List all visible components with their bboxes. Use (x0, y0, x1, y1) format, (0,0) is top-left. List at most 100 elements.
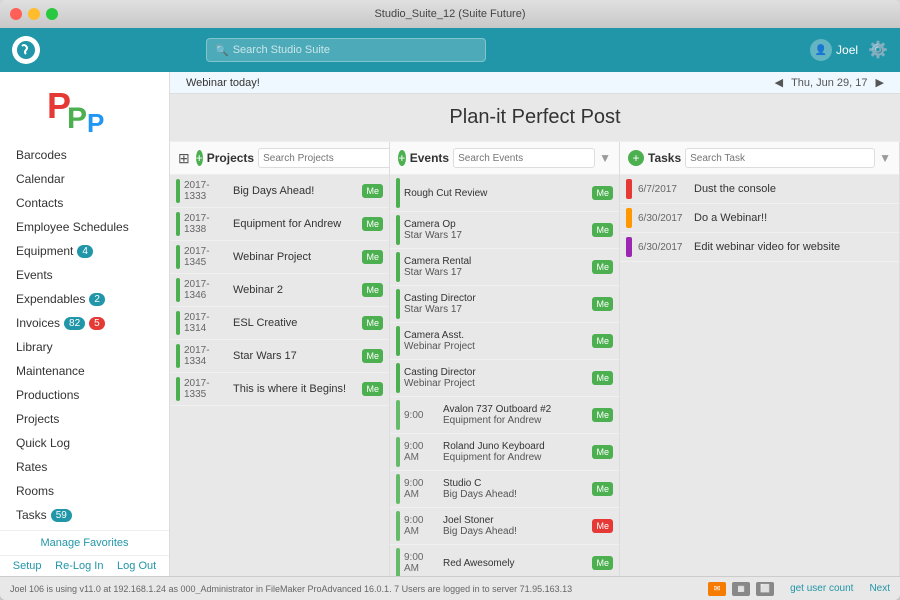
sidebar-item-library[interactable]: Library (0, 335, 169, 359)
color-bar (176, 212, 180, 236)
sidebar: P P P Barcodes Calendar Contacts Employe… (0, 72, 170, 576)
me-button[interactable]: Me (362, 382, 383, 396)
status-icons: ✉ ▦ ⬜ (708, 582, 774, 596)
sidebar-item-barcodes[interactable]: Barcodes (0, 143, 169, 167)
event-info: Red Awesomely (443, 558, 588, 569)
search-bar[interactable]: 🔍 (206, 38, 486, 62)
tasks-list: 6/7/2017 Dust the console 6/30/2017 Do a… (620, 175, 899, 576)
close-button[interactable] (10, 8, 22, 20)
event-name: Avalon 737 Outboard #2 (443, 404, 588, 415)
event-sub: Big Days Ahead! (443, 526, 588, 537)
me-button[interactable]: Me (362, 316, 383, 330)
project-name: Webinar Project (233, 251, 358, 263)
me-button[interactable]: Me (362, 184, 383, 198)
event-color-bar (396, 437, 400, 467)
maximize-button[interactable] (46, 8, 58, 20)
me-button[interactable]: Me (592, 482, 613, 496)
tasks-search[interactable] (685, 148, 875, 168)
sidebar-item-rooms[interactable]: Rooms (0, 479, 169, 503)
sidebar-item-contacts[interactable]: Contacts (0, 191, 169, 215)
table-row: 2017-1338 Equipment for Andrew Me (170, 208, 389, 241)
me-button[interactable]: Me (592, 445, 613, 459)
event-time: 9:00 AM (404, 552, 439, 574)
event-time: 9:00 AM (404, 478, 439, 500)
event-name: Camera Asst. (404, 330, 588, 341)
logout-link[interactable]: Log Out (117, 560, 156, 572)
add-task-button[interactable]: + (628, 150, 644, 166)
event-color-bar (396, 511, 400, 541)
color-bar (176, 245, 180, 269)
me-button[interactable]: Me (592, 371, 613, 385)
envelope-icon: ✉ (708, 582, 726, 596)
projects-search[interactable] (258, 148, 390, 168)
me-button[interactable]: Me (362, 217, 383, 231)
sidebar-item-tasks[interactable]: Tasks 59 (0, 503, 169, 527)
table-row: 2017-1345 Webinar Project Me (170, 241, 389, 274)
notification-bar: Webinar today! ◀ Thu, Jun 29, 17 ▶ (170, 72, 900, 94)
events-filter-icon[interactable]: ▼ (599, 151, 611, 165)
list-item: Camera Op Star Wars 17 Me (390, 212, 619, 249)
equipment-badge: 4 (77, 245, 93, 258)
sidebar-item-events[interactable]: Events (0, 263, 169, 287)
gear-icon[interactable]: ⚙️ (868, 40, 888, 60)
search-input[interactable] (233, 44, 477, 56)
sidebar-item-projects[interactable]: Projects (0, 407, 169, 431)
me-button[interactable]: Me (592, 519, 613, 533)
relog-link[interactable]: Re-Log In (55, 560, 103, 572)
setup-link[interactable]: Setup (13, 560, 42, 572)
event-info: Camera Op Star Wars 17 (404, 219, 588, 241)
minimize-button[interactable] (28, 8, 40, 20)
project-id: 2017-1314 (184, 312, 229, 334)
sidebar-item-invoices[interactable]: Invoices 82 5 (0, 311, 169, 335)
task-color-block (626, 208, 632, 228)
add-event-button[interactable]: + (398, 150, 406, 166)
event-sub: Equipment for Andrew (443, 452, 588, 463)
sidebar-item-expendables[interactable]: Expendables 2 (0, 287, 169, 311)
prev-arrow[interactable]: ◀ (775, 76, 783, 89)
sidebar-footer: Manage Favorites (0, 530, 169, 555)
me-button[interactable]: Me (592, 556, 613, 570)
me-button[interactable]: Me (592, 186, 613, 200)
me-button[interactable]: Me (362, 283, 383, 297)
sidebar-item-productions[interactable]: Productions (0, 383, 169, 407)
task-desc: Edit webinar video for website (694, 241, 893, 253)
task-color-block (626, 237, 632, 257)
ppp-logo-svg: P P P (45, 80, 125, 135)
table-row: 2017-1335 This is where it Begins! Me (170, 373, 389, 406)
event-color-bar (396, 400, 400, 430)
events-title: Events (410, 151, 449, 165)
sidebar-item-maintenance[interactable]: Maintenance (0, 359, 169, 383)
sidebar-item-employee-schedules[interactable]: Employee Schedules (0, 215, 169, 239)
me-button[interactable]: Me (592, 260, 613, 274)
manage-favorites-link[interactable]: Manage Favorites (40, 537, 128, 549)
me-button[interactable]: Me (592, 408, 613, 422)
next-arrow[interactable]: ▶ (876, 76, 884, 89)
event-sub: Star Wars 17 (404, 304, 588, 315)
event-info: Avalon 737 Outboard #2 Equipment for And… (443, 404, 588, 426)
me-button[interactable]: Me (592, 223, 613, 237)
events-search[interactable] (453, 148, 595, 168)
event-info: Studio C Big Days Ahead! (443, 478, 588, 500)
sidebar-item-calendar[interactable]: Calendar (0, 167, 169, 191)
me-button[interactable]: Me (362, 349, 383, 363)
me-button[interactable]: Me (592, 297, 613, 311)
table-row: 6/30/2017 Do a Webinar!! (620, 204, 899, 233)
get-user-count[interactable]: get user count (790, 583, 853, 594)
event-info: Rough Cut Review (404, 188, 588, 199)
project-id: 2017-1335 (184, 378, 229, 400)
sidebar-item-quicklog[interactable]: Quick Log (0, 431, 169, 455)
color-bar (176, 344, 180, 368)
me-button[interactable]: Me (362, 250, 383, 264)
list-item: Rough Cut Review Me (390, 175, 619, 212)
event-name: Camera Op (404, 219, 588, 230)
sidebar-item-equipment[interactable]: Equipment 4 (0, 239, 169, 263)
expendables-badge: 2 (89, 293, 105, 306)
sidebar-item-rates[interactable]: Rates (0, 455, 169, 479)
me-button[interactable]: Me (592, 334, 613, 348)
add-project-button[interactable]: + (196, 150, 203, 166)
notification-text: Webinar today! (186, 77, 260, 89)
next-button[interactable]: Next (869, 583, 890, 594)
tasks-filter-icon[interactable]: ▼ (879, 151, 891, 165)
event-color-bar (396, 178, 400, 208)
window-controls (10, 8, 58, 20)
